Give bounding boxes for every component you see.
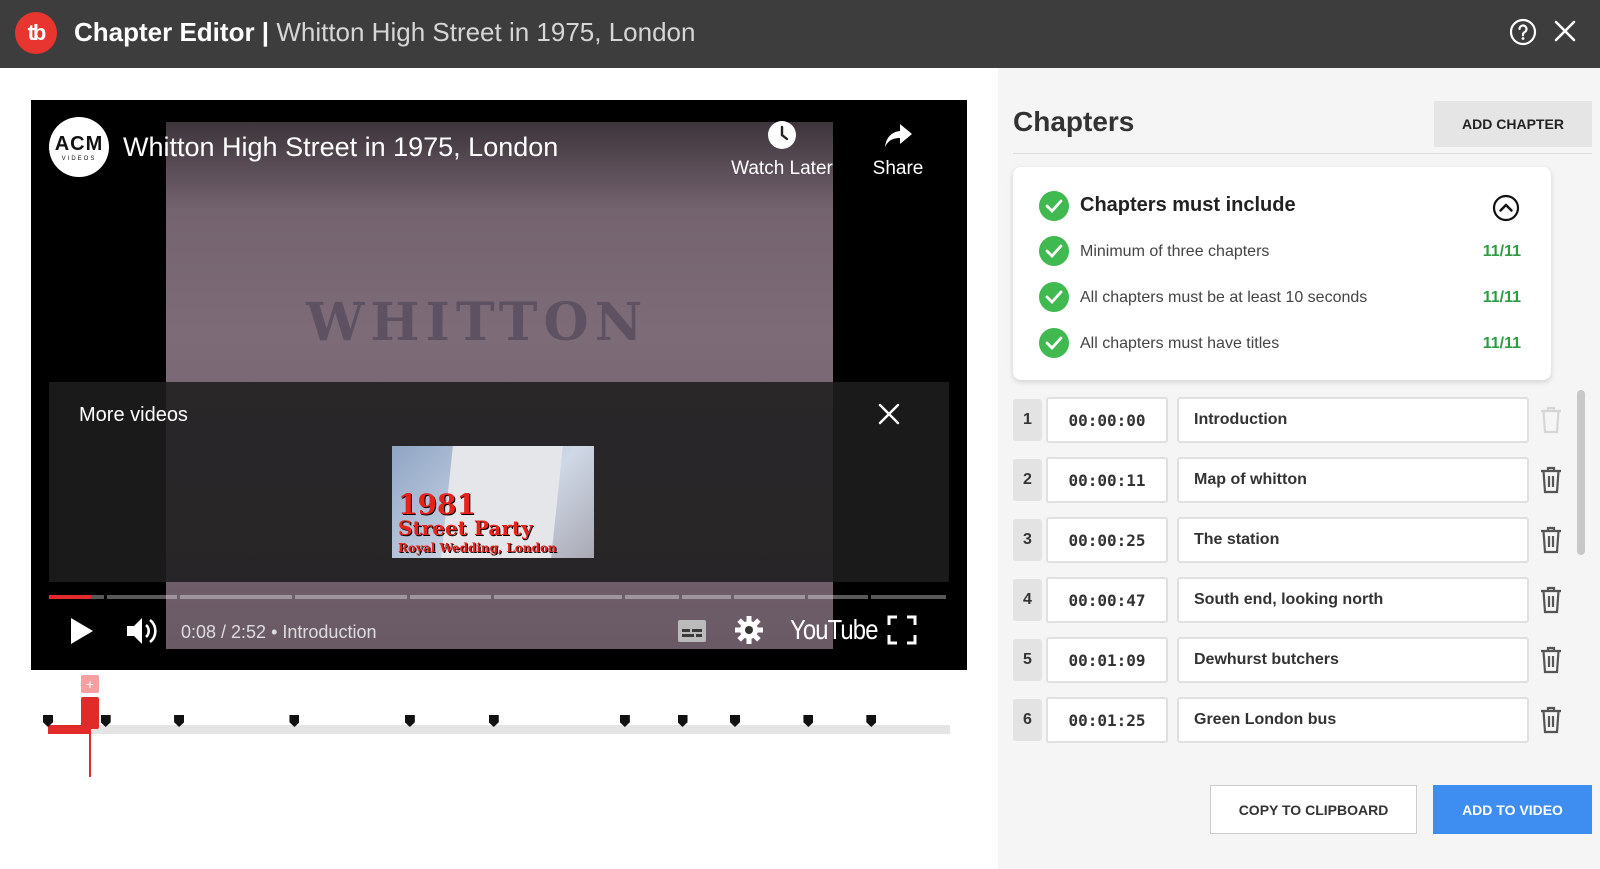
volume-icon[interactable] xyxy=(125,615,159,647)
youtube-logo[interactable]: YouTube xyxy=(790,614,878,646)
trash-icon[interactable] xyxy=(1540,706,1562,734)
subtitles-icon[interactable] xyxy=(677,619,707,643)
chapter-timeline[interactable]: + xyxy=(43,675,950,783)
chapter-row: 5 00:01:09 Dewhurst butchers xyxy=(1013,637,1583,683)
rule-count: 11/11 xyxy=(1482,335,1521,352)
progress-segment[interactable] xyxy=(734,595,805,599)
trash-icon[interactable] xyxy=(1540,466,1562,494)
close-icon[interactable] xyxy=(1552,18,1578,44)
trash-icon[interactable] xyxy=(1540,586,1562,614)
progress-segment[interactable] xyxy=(807,595,868,599)
video-progress-bar[interactable] xyxy=(49,595,949,599)
chapter-number: 1 xyxy=(1013,399,1042,441)
chapters-heading: Chapters xyxy=(1013,106,1135,137)
progress-segment[interactable] xyxy=(493,595,622,599)
progress-segment[interactable] xyxy=(410,595,491,599)
progress-segment[interactable] xyxy=(106,595,177,599)
time-display: 0:08 / 2:52 • Introduction xyxy=(181,622,377,642)
window-title: Chapter Editor | Whitton High Street in … xyxy=(74,17,695,48)
clock-icon xyxy=(768,121,796,149)
rules-title: Chapters must include xyxy=(1080,194,1296,216)
watch-later-label: Watch Later xyxy=(731,158,833,179)
fullscreen-icon[interactable] xyxy=(887,615,917,645)
player-controls: 0:08 / 2:52 • Introduction YouTube xyxy=(31,605,967,655)
chapter-row: 3 00:00:25 The station xyxy=(1013,517,1583,563)
chapter-title-input[interactable]: The station xyxy=(1177,517,1529,563)
progress-segment[interactable] xyxy=(294,595,408,599)
chapter-row: 4 00:00:47 South end, looking north xyxy=(1013,577,1583,623)
progress-segment[interactable] xyxy=(179,595,292,599)
check-circle-icon xyxy=(1039,191,1069,221)
chapter-time-input[interactable]: 00:01:09 xyxy=(1046,637,1168,683)
rule-count: 11/11 xyxy=(1482,243,1521,260)
rules-card: Chapters must include Minimum of three c… xyxy=(1013,167,1551,380)
rule-text: Minimum of three chapters xyxy=(1080,243,1270,260)
tubebuddy-logo: tb xyxy=(15,12,57,54)
add-chapter-button[interactable]: ADD CHAPTER xyxy=(1434,101,1592,147)
share-button[interactable]: Share xyxy=(863,120,933,180)
progress-segment[interactable] xyxy=(682,595,732,599)
chapter-row: 6 00:01:25 Green London bus xyxy=(1013,697,1583,743)
progress-played xyxy=(49,595,91,599)
progress-segment[interactable] xyxy=(624,595,680,599)
chapter-title-input[interactable]: Dewhurst butchers xyxy=(1177,637,1529,683)
share-label: Share xyxy=(872,158,924,179)
title-app-name: Chapter Editor | xyxy=(74,17,270,47)
more-videos-panel: More videos 1981 Street Party Royal Wedd… xyxy=(49,382,949,582)
chapter-time-input[interactable]: 00:00:11 xyxy=(1046,457,1168,503)
chapter-title-input[interactable]: Map of whitton xyxy=(1177,457,1529,503)
rule-count: 11/11 xyxy=(1482,289,1521,306)
rule-text: All chapters must be at least 10 seconds xyxy=(1080,289,1368,306)
add-marker-plus-icon[interactable]: + xyxy=(80,675,99,693)
rule-text: All chapters must have titles xyxy=(1080,335,1280,352)
chapter-title-input[interactable]: Introduction xyxy=(1177,397,1529,443)
chapter-row: 1 00:00:00 Introduction xyxy=(1013,397,1583,443)
progress-segment[interactable] xyxy=(870,595,946,599)
playhead-handle[interactable] xyxy=(80,697,99,729)
play-icon[interactable] xyxy=(69,617,95,645)
chapter-title-input[interactable]: South end, looking north xyxy=(1177,577,1529,623)
help-icon[interactable] xyxy=(1509,18,1537,46)
chapter-time-input[interactable]: 00:00:47 xyxy=(1046,577,1168,623)
suggested-video-thumbnail[interactable]: 1981 Street Party Royal Wedding, London xyxy=(392,446,594,558)
add-to-video-button[interactable]: ADD TO VIDEO xyxy=(1433,785,1592,834)
check-circle-icon xyxy=(1039,282,1069,312)
video-player[interactable]: WHITTON ACM VIDEOS Whitton High Street i… xyxy=(31,100,967,670)
check-circle-icon xyxy=(1039,236,1069,266)
chevron-up-icon[interactable] xyxy=(1492,194,1520,222)
share-arrow-icon xyxy=(885,124,912,147)
chapters-scrollbar[interactable] xyxy=(1577,390,1585,555)
chapter-number: 3 xyxy=(1013,519,1042,561)
trash-icon[interactable] xyxy=(1540,646,1562,674)
close-icon[interactable] xyxy=(877,402,901,426)
chapter-number: 2 xyxy=(1013,459,1042,501)
chapter-number: 5 xyxy=(1013,639,1042,681)
frame-caption: WHITTON xyxy=(306,292,649,353)
chapters-list: 1 00:00:00 Introduction 2 00:00:11 Map o… xyxy=(1013,397,1583,751)
trash-icon[interactable] xyxy=(1540,526,1562,554)
check-circle-icon xyxy=(1039,328,1069,358)
channel-avatar[interactable]: ACM VIDEOS xyxy=(49,117,109,177)
settings-gear-icon[interactable] xyxy=(735,616,763,644)
timeline-track[interactable] xyxy=(48,725,950,734)
trash-icon[interactable] xyxy=(1540,406,1562,434)
time-readout: 0:08 / 2:52 xyxy=(181,622,267,642)
chapter-title-input[interactable]: Green London bus xyxy=(1177,697,1529,743)
chapter-number: 6 xyxy=(1013,699,1042,741)
chapter-time-input[interactable]: 00:01:25 xyxy=(1046,697,1168,743)
more-videos-title: More videos xyxy=(79,404,188,426)
video-title[interactable]: Whitton High Street in 1975, London xyxy=(123,132,558,163)
title-video-name: Whitton High Street in 1975, London xyxy=(276,17,696,47)
copy-to-clipboard-button[interactable]: COPY TO CLIPBOARD xyxy=(1210,785,1417,834)
watch-later-button[interactable]: Watch Later xyxy=(727,120,837,180)
chapter-number: 4 xyxy=(1013,579,1042,621)
chapter-row: 2 00:00:11 Map of whitton xyxy=(1013,457,1583,503)
current-chapter-label[interactable]: Introduction xyxy=(282,622,376,642)
chapter-time-input[interactable]: 00:00:25 xyxy=(1046,517,1168,563)
chapter-time-input[interactable]: 00:00:00 xyxy=(1046,397,1168,443)
title-bar: tb Chapter Editor | Whitton High Street … xyxy=(0,0,1600,68)
